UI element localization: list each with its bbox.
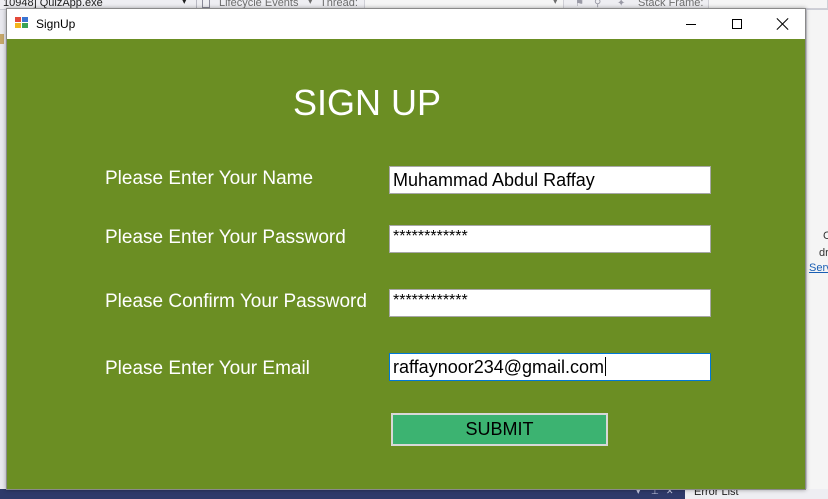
email-field-value: raffaynoor234@gmail.com <box>393 357 605 377</box>
title-bar[interactable]: SignUp <box>7 9 805 39</box>
page-title: SIGN UP <box>293 82 442 123</box>
ide-side-text: dr <box>819 247 828 259</box>
form-client-area: SIGN UP Please Enter Your Name Muhammad … <box>7 39 805 489</box>
confirm-password-label: Please Confirm Your Password <box>105 291 367 312</box>
lifecycle-icon <box>202 0 210 8</box>
chevron-down-icon[interactable]: ▾ <box>308 0 313 7</box>
confirm-password-field[interactable]: ************ <box>389 289 711 317</box>
name-field[interactable]: Muhammad Abdul Raffay <box>389 166 711 194</box>
password-field[interactable]: ************ <box>389 225 711 253</box>
ide-side-link[interactable]: Serv <box>809 262 828 274</box>
submit-button[interactable]: SUBMIT <box>391 413 608 446</box>
maximize-button[interactable] <box>714 9 760 39</box>
close-button[interactable] <box>760 9 806 39</box>
email-field[interactable]: raffaynoor234@gmail.com <box>389 353 711 381</box>
minimize-button[interactable] <box>668 9 714 39</box>
text-caret <box>605 357 607 376</box>
chevron-down-icon[interactable]: ▾ <box>636 489 641 497</box>
error-list-label: Error List <box>694 489 739 498</box>
chevron-down-icon[interactable]: ▾ <box>182 0 187 7</box>
chevron-down-icon[interactable]: ▾ <box>553 0 558 7</box>
ide-side-text: C <box>823 230 828 242</box>
ide-left-accent <box>0 34 4 44</box>
name-label: Please Enter Your Name <box>105 168 314 189</box>
error-list-tab[interactable]: Error List <box>685 489 828 499</box>
maximize-icon <box>732 19 742 29</box>
minimize-icon <box>686 23 696 25</box>
signup-window: SignUp SIGN UP Please Enter Your Name Mu… <box>6 8 806 490</box>
pin-icon[interactable]: ⊥ <box>651 489 659 497</box>
close-icon[interactable]: ✕ <box>666 489 674 497</box>
ide-bottom-bar: ▾ ⊥ ✕ Error List <box>0 489 828 499</box>
close-icon <box>777 18 789 30</box>
password-label: Please Enter Your Password <box>105 227 346 248</box>
ide-right-panel: C dr Serv <box>806 10 828 490</box>
window-title: SignUp <box>36 17 76 31</box>
app-icon <box>15 17 29 30</box>
email-label: Please Enter Your Email <box>105 358 310 379</box>
